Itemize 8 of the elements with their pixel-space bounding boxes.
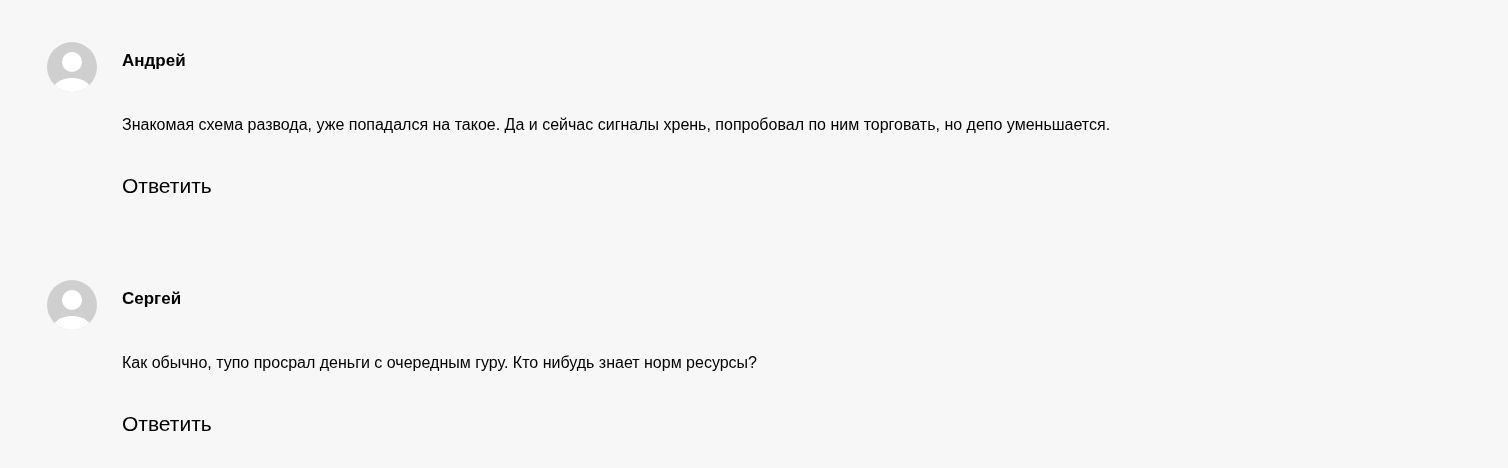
reply-link[interactable]: Ответить bbox=[122, 172, 212, 200]
author-name: Андрей bbox=[122, 51, 186, 71]
comment-text: Знакомая схема развода, уже попадался на такое. Да и сейчас сигналы хрень, попробовал по ним торговать, но депо уменьшается. bbox=[122, 115, 1111, 135]
avatar-icon bbox=[47, 280, 97, 330]
comment-text: Как обычно, тупо просрал деньги с очередным гуру. Кто нибудь знает норм ресурсы? bbox=[122, 353, 757, 373]
avatar-icon bbox=[47, 42, 97, 92]
reply-link[interactable]: Ответить bbox=[122, 410, 212, 438]
author-name: Сергей bbox=[122, 289, 182, 309]
